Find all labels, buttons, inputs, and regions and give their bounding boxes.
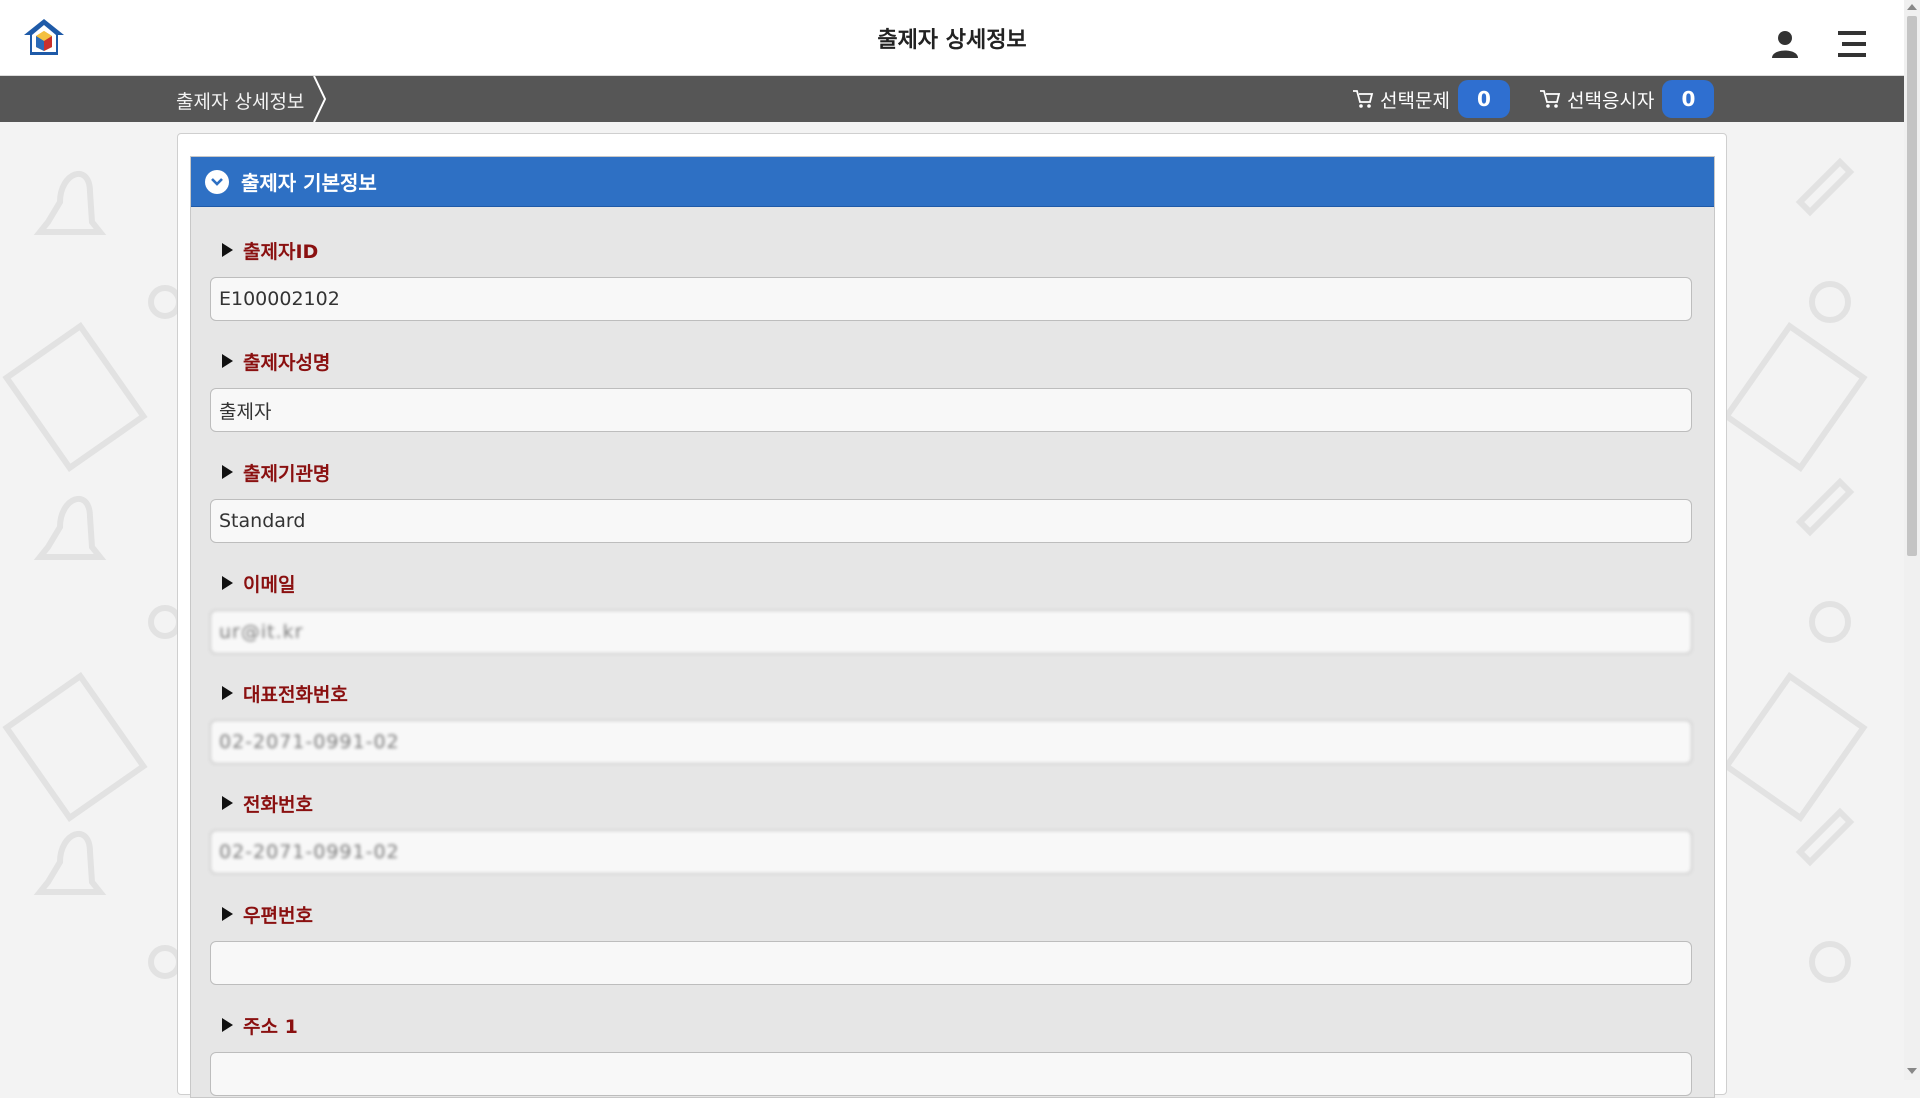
field-examiner-name: 출제자성명 bbox=[210, 346, 1694, 432]
selected-examinees-label: 선택응시자 bbox=[1567, 89, 1655, 112]
field-address-1: 주소 1 bbox=[210, 1010, 1694, 1096]
main-phone-input[interactable] bbox=[210, 720, 1692, 764]
field-main-phone: 대표전화번호 bbox=[210, 678, 1694, 764]
field-email: 이메일 bbox=[210, 568, 1694, 654]
postal-code-input[interactable] bbox=[210, 941, 1692, 985]
cart-icon bbox=[1540, 90, 1561, 108]
field-label: 대표전화번호 bbox=[243, 683, 348, 706]
field-label: 우편번호 bbox=[243, 904, 313, 927]
organization-name-input[interactable] bbox=[210, 499, 1692, 543]
top-bar: 출제자 상세정보 bbox=[0, 0, 1904, 76]
triangle-bullet-icon bbox=[222, 686, 233, 700]
email-input[interactable] bbox=[210, 610, 1692, 654]
triangle-bullet-icon bbox=[222, 576, 233, 590]
hamburger-menu-icon[interactable] bbox=[1836, 28, 1868, 60]
field-label: 주소 1 bbox=[243, 1015, 298, 1038]
scroll-up-arrow-icon[interactable] bbox=[1907, 4, 1917, 10]
triangle-bullet-icon bbox=[222, 243, 233, 257]
basic-info-panel-header[interactable]: 출제자 기본정보 bbox=[191, 157, 1714, 207]
triangle-bullet-icon bbox=[222, 354, 233, 368]
triangle-bullet-icon bbox=[222, 1018, 233, 1032]
vertical-scrollbar[interactable] bbox=[1904, 0, 1920, 1080]
selected-examinees-count-badge: 0 bbox=[1662, 80, 1715, 118]
selected-examinees-cart[interactable]: 선택응시자 0 bbox=[1539, 80, 1715, 118]
field-label: 출제자ID bbox=[243, 240, 319, 263]
field-phone: 전화번호 bbox=[210, 788, 1694, 874]
selected-problems-count-badge: 0 bbox=[1457, 80, 1510, 118]
page-title: 출제자 상세정보 bbox=[877, 28, 1027, 53]
breadcrumb-separator-icon bbox=[313, 76, 327, 122]
scrollbar-thumb[interactable] bbox=[1907, 16, 1917, 556]
chevron-down-icon[interactable] bbox=[205, 169, 229, 194]
address-1-input[interactable] bbox=[210, 1052, 1692, 1096]
panel-title: 출제자 기본정보 bbox=[241, 171, 377, 195]
basic-info-panel: 출제자 기본정보 출제자ID 출제자성명 출제기관명 이메일 대표전화번호 전화… bbox=[190, 156, 1715, 1098]
field-organization-name: 출제기관명 bbox=[210, 457, 1694, 543]
field-label: 이메일 bbox=[243, 573, 296, 596]
triangle-bullet-icon bbox=[222, 796, 233, 810]
scroll-down-arrow-icon[interactable] bbox=[1907, 1068, 1917, 1074]
field-label: 전화번호 bbox=[243, 793, 313, 816]
cart-icon bbox=[1353, 90, 1374, 108]
field-examiner-id: 출제자ID bbox=[210, 235, 1694, 321]
examiner-id-input[interactable] bbox=[210, 277, 1692, 321]
selected-problems-cart[interactable]: 선택문제 0 bbox=[1352, 80, 1510, 118]
phone-input[interactable] bbox=[210, 830, 1692, 874]
field-label: 출제자성명 bbox=[243, 351, 331, 374]
triangle-bullet-icon bbox=[222, 465, 233, 479]
field-label: 출제기관명 bbox=[243, 462, 331, 485]
triangle-bullet-icon bbox=[222, 907, 233, 921]
user-icon[interactable] bbox=[1770, 28, 1800, 60]
sub-navigation-bar: 출제자 상세정보 선택문제 0 선택응시자 0 bbox=[0, 76, 1904, 122]
breadcrumb[interactable]: 출제자 상세정보 bbox=[176, 87, 304, 114]
examiner-name-input[interactable] bbox=[210, 388, 1692, 432]
selected-problems-label: 선택문제 bbox=[1380, 89, 1450, 112]
detail-card: 출제자 기본정보 출제자ID 출제자성명 출제기관명 이메일 대표전화번호 전화… bbox=[177, 133, 1727, 1098]
field-postal-code: 우편번호 bbox=[210, 899, 1694, 985]
